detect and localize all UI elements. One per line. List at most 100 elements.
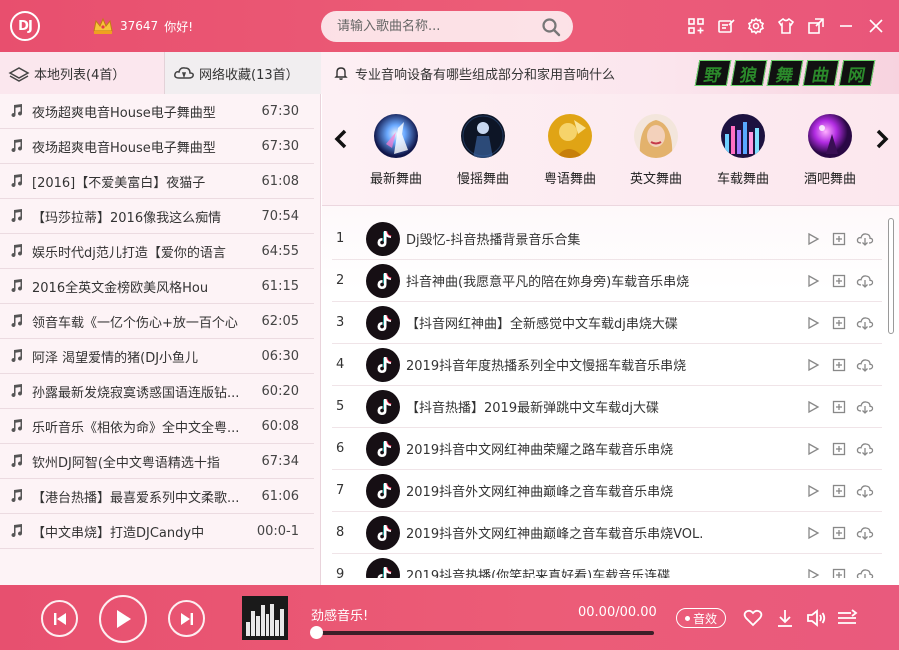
tiktok-icon [366,221,400,256]
music-note-icon [8,103,24,119]
minimize-icon[interactable] [831,14,861,38]
sound-effect-button[interactable]: 音效 [676,608,726,628]
play-song-icon[interactable] [804,314,822,332]
play-song-icon[interactable] [804,440,822,458]
play-song-icon[interactable] [804,398,822,416]
local-song-row[interactable]: 领音车载《一亿个伤心+放一百个心 62:05 [0,304,314,339]
category-item[interactable]: 最新舞曲 [356,114,436,187]
local-song-duration: 70:54 [261,208,299,224]
add-to-list-icon[interactable] [830,356,848,374]
app-logo: DJ [10,11,40,41]
cloud-download-icon[interactable] [856,440,874,458]
local-song-title: 娱乐时代dj范儿打造【爱你的语言 [32,245,226,261]
progress-bar[interactable] [310,626,654,639]
local-song-list: 夜场超爽电音House电子舞曲型 67:30 夜场超爽电音House电子舞曲型 67:… [0,94,321,585]
notice-bar[interactable]: 专业音响设备有哪些组成部分和家用音响什么 [321,52,671,94]
local-song-row[interactable]: 孙露最新发烧寂寞诱惑国语连版钻... 60:20 [0,374,314,409]
add-to-list-icon[interactable] [830,314,848,332]
add-to-list-icon[interactable] [830,440,848,458]
user-area[interactable]: 37647 你好! [92,17,193,35]
category-item[interactable]: 英文舞曲 [616,114,696,187]
local-song-row[interactable]: [2016]【不爱美富白】夜猫子 61:08 [0,164,314,199]
cloud-download-icon[interactable] [856,230,874,248]
music-note-icon [8,173,24,189]
playlist-mode-icon[interactable] [836,607,858,629]
category-item[interactable]: 慢摇舞曲 [443,114,523,187]
cloud-download-icon[interactable] [856,482,874,500]
search-icon[interactable] [541,17,561,37]
play-song-icon[interactable] [804,230,822,248]
apps-grid-icon[interactable] [681,14,711,38]
brand-banner[interactable]: 野 狼 舞 曲 网 [671,52,899,94]
category-item[interactable]: 粤语舞曲 [530,114,610,187]
local-song-duration: 61:06 [261,488,299,504]
cloud-download-icon[interactable] [856,524,874,542]
add-to-list-icon[interactable] [830,272,848,290]
play-song-icon[interactable] [804,566,822,578]
net-song-row[interactable]: 2 抖音神曲(我愿意平凡的陪在妳身旁)车载音乐串烧 [332,260,882,302]
close-icon[interactable] [861,14,891,38]
local-song-row[interactable]: 【港台热播】最喜爱系列中文柔歌... 61:06 [0,479,314,514]
greeting-text: 你好! [164,19,193,34]
net-song-title: 2019抖音外文网红神曲巅峰之音车载音乐串烧 [406,485,674,500]
add-to-list-icon[interactable] [830,230,848,248]
volume-icon[interactable] [805,607,827,629]
add-to-list-icon[interactable] [830,398,848,416]
net-content-panel: 最新舞曲 慢摇舞曲 粤语舞曲 英文舞曲 车载舞曲 酒吧舞曲 1 Dj毁忆-抖音热播背景音乐合… [322,94,899,585]
net-song-row[interactable]: 1 Dj毁忆-抖音热播背景音乐合集 [332,218,882,260]
local-song-title: 钦州DJ阿智(全中文粤语精选十指 [32,455,220,471]
play-song-icon[interactable] [804,482,822,500]
play-song-icon[interactable] [804,272,822,290]
local-song-row[interactable]: 2016全英文金榜欧美风格Hou 61:15 [0,269,314,304]
local-song-row[interactable]: 【玛莎拉蒂】2016像我这么痴情 70:54 [0,199,314,234]
category-item[interactable]: 酒吧舞曲 [790,114,870,187]
local-song-row[interactable]: 【中文串烧】打造DJCandy中 00:0-1 [0,514,314,549]
net-song-row[interactable]: 7 2019抖音外文网红神曲巅峰之音车载音乐串烧 [332,470,882,512]
local-song-row[interactable]: 阿泽 渴望爱情的猪(DJ小鱼儿 06:30 [0,339,314,374]
net-song-row[interactable]: 8 2019抖音外文网红神曲巅峰之音车载音乐串烧VOL. [332,512,882,554]
search-input[interactable] [337,19,541,34]
tab-net-favorites[interactable]: 网络收藏(13首） [164,52,321,94]
net-song-row[interactable]: 4 2019抖音年度热播系列全中文慢摇车载音乐串烧 [332,344,882,386]
list-scrollbar[interactable] [888,218,894,334]
category-prev-arrow-icon[interactable] [333,128,349,150]
local-song-row[interactable]: 夜场超爽电音House电子舞曲型 67:30 [0,129,314,164]
category-next-arrow-icon[interactable] [874,128,890,150]
next-button[interactable] [168,600,205,637]
settings-gear-icon[interactable] [741,14,771,38]
local-song-duration: 67:30 [261,138,299,154]
cloud-download-icon[interactable] [856,272,874,290]
play-song-icon[interactable] [804,356,822,374]
net-song-index: 5 [336,399,345,414]
local-song-row[interactable]: 乐听音乐《相依为命》全中文全粤... 60:08 [0,409,314,444]
net-song-row[interactable]: 6 2019抖音中文网红神曲荣耀之路车载音乐串烧 [332,428,882,470]
local-song-row[interactable]: 娱乐时代dj范儿打造【爱你的语言 64:55 [0,234,314,269]
cloud-download-icon[interactable] [856,356,874,374]
edit-icon[interactable] [711,14,741,38]
cloud-download-icon[interactable] [856,566,874,578]
tab-local-list[interactable]: 本地列表(4首） [0,52,164,94]
local-song-row[interactable]: 钦州DJ阿智(全中文粤语精选十指 67:34 [0,444,314,479]
cloud-download-icon[interactable] [856,314,874,332]
net-song-row[interactable]: 3 【抖音网红神曲】全新感觉中文车载dj串烧大碟 [332,302,882,344]
category-label: 粤语舞曲 [543,172,596,187]
tiktok-icon [366,557,400,578]
progress-knob[interactable] [310,626,323,639]
net-song-row[interactable]: 9 2019抖音热播(你笑起来真好看)车载音乐连碟 [332,554,882,578]
add-to-list-icon[interactable] [830,524,848,542]
add-to-list-icon[interactable] [830,566,848,578]
download-icon[interactable] [774,607,796,629]
window-controls [681,14,891,38]
cloud-download-icon[interactable] [856,398,874,416]
play-button[interactable] [99,595,147,643]
local-song-row[interactable]: 夜场超爽电音House电子舞曲型 67:30 [0,94,314,129]
play-song-icon[interactable] [804,524,822,542]
add-to-list-icon[interactable] [830,482,848,500]
previous-button[interactable] [41,600,78,637]
skin-shirt-icon[interactable] [771,14,801,38]
category-item[interactable]: 车载舞曲 [703,114,783,187]
title-bar: DJ 37647 你好! [0,0,899,52]
heart-icon[interactable] [742,607,764,629]
mini-mode-icon[interactable] [801,14,831,38]
net-song-row[interactable]: 5 【抖音热播】2019最新弹跳中文车载dj大碟 [332,386,882,428]
